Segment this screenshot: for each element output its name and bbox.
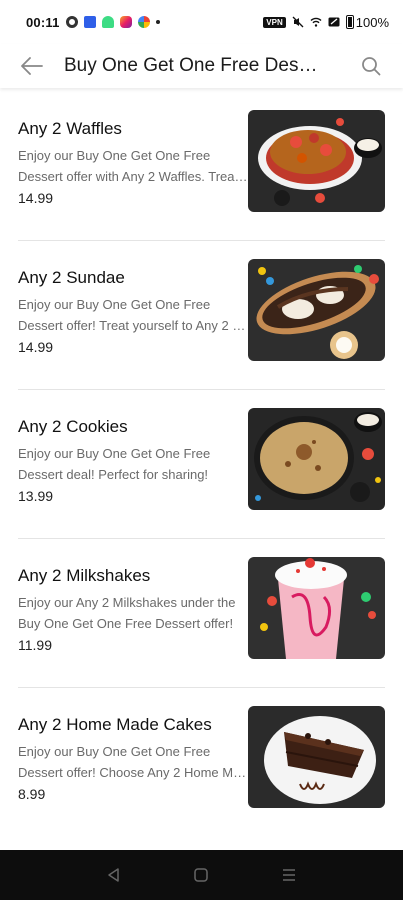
system-nav-bar xyxy=(0,850,403,900)
signal-icon xyxy=(328,17,340,27)
item-description-line: Enjoy our Buy One Get One Free xyxy=(18,148,211,163)
item-description-line: Dessert deal! Perfect for sharing! xyxy=(18,467,209,482)
milkshake-photo xyxy=(248,557,385,659)
menu-list: Any 2 Waffles Enjoy our Buy One Get One … xyxy=(0,92,403,837)
battery-icon xyxy=(345,15,354,29)
menu-item-waffles[interactable]: Any 2 Waffles Enjoy our Buy One Get One … xyxy=(18,92,385,241)
item-description-line: Enjoy our Buy One Get One Free xyxy=(18,744,211,759)
mute-icon xyxy=(292,16,304,28)
item-description-line: Dessert offer with Any 2 Waffles. Treat … xyxy=(18,169,250,184)
item-price: 14.99 xyxy=(18,339,54,355)
item-price: 8.99 xyxy=(18,786,46,802)
item-description-line: Dessert offer! Treat yourself to Any 2 S… xyxy=(18,318,250,333)
status-bar: 00:11 VPN 100% xyxy=(0,0,403,44)
nav-back-button[interactable] xyxy=(94,855,134,895)
home-square-icon xyxy=(194,868,209,882)
vpn-badge: VPN xyxy=(263,16,286,28)
item-description: Enjoy our Buy One Get One Free Dessert o… xyxy=(18,294,250,336)
status-time: 00:11 xyxy=(26,14,60,30)
cookies-photo xyxy=(248,408,385,510)
item-description: Enjoy our Any 2 Milkshakes under the Buy… xyxy=(18,592,250,634)
item-price: 14.99 xyxy=(18,190,54,206)
item-description-line: Enjoy our Buy One Get One Free xyxy=(18,297,211,312)
wifi-icon xyxy=(310,17,322,27)
search-icon xyxy=(362,57,381,76)
item-name: Any 2 Sundae xyxy=(18,268,125,287)
waffle-photo xyxy=(248,110,385,212)
item-description: Enjoy our Buy One Get One Free Dessert d… xyxy=(18,443,250,485)
photos-icon xyxy=(137,16,150,28)
battery-indicator: 100% xyxy=(345,14,389,30)
item-description: Enjoy our Buy One Get One Free Dessert o… xyxy=(18,145,250,187)
nav-recents-button[interactable] xyxy=(269,855,309,895)
app-bar: Buy One Get One Free Desserts xyxy=(0,44,403,88)
item-name: Any 2 Waffles xyxy=(18,119,122,138)
item-description-line: Dessert offer! Choose Any 2 Home Made Ca… xyxy=(18,765,250,780)
item-description: Enjoy our Buy One Get One Free Dessert o… xyxy=(18,741,250,783)
status-left: 00:11 xyxy=(26,15,160,30)
android-icon xyxy=(101,16,114,28)
item-name: Any 2 Cookies xyxy=(18,417,128,436)
page-title: Buy One Get One Free Desserts xyxy=(64,55,322,76)
menu-item-sundae[interactable]: Any 2 Sundae Enjoy our Buy One Get One F… xyxy=(18,241,385,390)
app-notification-icon xyxy=(83,16,96,28)
item-price: 13.99 xyxy=(18,488,54,504)
item-price: 11.99 xyxy=(18,637,52,653)
search-button[interactable] xyxy=(355,50,387,82)
item-description-line: Enjoy our Any 2 Milkshakes under the xyxy=(18,595,236,610)
back-arrow-icon xyxy=(21,57,43,75)
nav-home-button[interactable] xyxy=(181,855,221,895)
status-right: VPN 100% xyxy=(263,15,389,30)
item-description-line: Enjoy our Buy One Get One Free xyxy=(18,446,211,461)
battery-percent: 100% xyxy=(355,14,389,30)
item-name: Any 2 Home Made Cakes xyxy=(18,715,212,734)
menu-item-milkshakes[interactable]: Any 2 Milkshakes Enjoy our Any 2 Milksha… xyxy=(18,539,385,688)
item-description-line: Buy One Get One Free Dessert offer! xyxy=(18,616,234,631)
back-button[interactable] xyxy=(8,44,56,88)
menu-item-cookies[interactable]: Any 2 Cookies Enjoy our Buy One Get One … xyxy=(18,390,385,539)
back-triangle-icon xyxy=(108,868,119,882)
settings-icon xyxy=(65,16,78,28)
cake-photo xyxy=(248,706,385,808)
recents-menu-icon xyxy=(283,869,296,881)
instagram-icon xyxy=(119,16,132,28)
menu-item-home-made-cakes[interactable]: Any 2 Home Made Cakes Enjoy our Buy One … xyxy=(18,688,385,837)
more-notifications-icon xyxy=(155,20,160,24)
sundae-photo xyxy=(248,259,385,361)
item-name: Any 2 Milkshakes xyxy=(18,566,151,585)
